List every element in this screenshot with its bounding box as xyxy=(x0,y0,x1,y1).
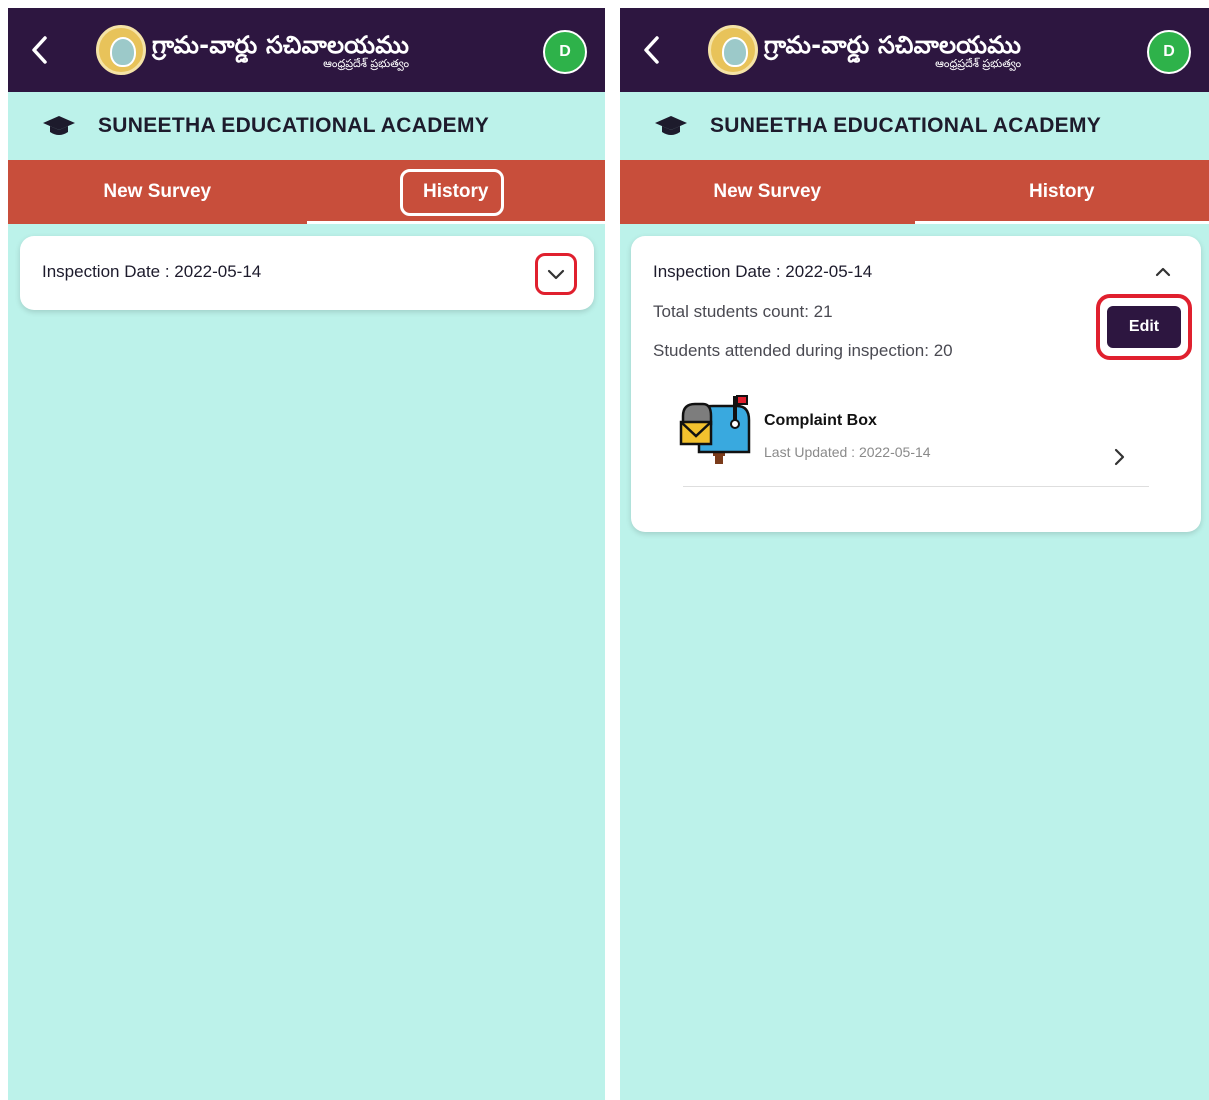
app-logo: గ్రామ-వార్డు సచివాలయము ఆంధ్రప్రదేశ్ ప్రభ… xyxy=(708,22,1021,78)
inspection-card[interactable]: Inspection Date : 2022-05-14 xyxy=(20,236,594,310)
edit-highlight xyxy=(1096,294,1192,360)
inspection-card-expanded: Inspection Date : 2022-05-14 Total stude… xyxy=(631,236,1201,532)
chevron-right-icon[interactable] xyxy=(1113,448,1125,471)
mailbox-icon xyxy=(679,394,751,471)
inspection-date: Inspection Date : 2022-05-14 xyxy=(653,262,873,281)
brand-title: గ్రామ-వార్డు సచివాలయము xyxy=(152,31,410,59)
state-emblem-icon xyxy=(96,25,146,75)
app-logo: గ్రామ-వార్డు సచివాలయము ఆంధ్రప్రదేశ్ ప్రభ… xyxy=(96,22,409,78)
school-name: SUNEETHA EDUCATIONAL ACADEMY xyxy=(98,114,490,137)
tab-bar: New Survey History xyxy=(620,160,1209,224)
tab-new-survey[interactable]: New Survey xyxy=(8,160,307,224)
brand-title: గ్రామ-వార్డు సచివాలయము xyxy=(764,31,1022,59)
item-divider xyxy=(683,486,1149,487)
screen-history-expanded: గ్రామ-వార్డు సచివాలయము ఆంధ్రప్రదేశ్ ప్రభ… xyxy=(620,8,1209,1100)
back-icon[interactable] xyxy=(632,30,672,70)
back-icon[interactable] xyxy=(20,30,60,70)
school-bar: SUNEETHA EDUCATIONAL ACADEMY xyxy=(8,92,605,160)
state-emblem-icon xyxy=(708,25,758,75)
graduation-cap-icon xyxy=(654,114,688,143)
school-bar: SUNEETHA EDUCATIONAL ACADEMY xyxy=(620,92,1209,160)
tab-new-survey[interactable]: New Survey xyxy=(620,160,915,224)
school-name: SUNEETHA EDUCATIONAL ACADEMY xyxy=(710,114,1102,137)
item-last-updated: Last Updated : 2022-05-14 xyxy=(764,444,931,460)
screen-history-collapsed: గ్రామ-వార్డు సచివాలయము ఆంధ్రప్రదేశ్ ప్రభ… xyxy=(8,8,605,1100)
avatar[interactable]: D xyxy=(543,30,587,74)
tab-history-highlight xyxy=(400,169,504,216)
avatar[interactable]: D xyxy=(1147,30,1191,74)
complaint-box-item[interactable]: Complaint Box Last Updated : 2022-05-14 xyxy=(671,386,1161,486)
graduation-cap-icon xyxy=(42,114,76,143)
tab-indicator xyxy=(915,221,1209,224)
total-students-count: Total students count: 21 xyxy=(653,302,833,321)
tab-bar: New Survey History xyxy=(8,160,605,224)
chevron-up-icon[interactable] xyxy=(1151,260,1175,284)
students-attended-count: Students attended during inspection: 20 xyxy=(653,341,953,360)
inspection-date: Inspection Date : 2022-05-14 xyxy=(42,262,262,281)
expand-highlight xyxy=(535,253,577,295)
app-header: గ్రామ-వార్డు సచివాలయము ఆంధ్రప్రదేశ్ ప్రభ… xyxy=(620,8,1209,92)
item-title: Complaint Box xyxy=(764,412,877,429)
tab-indicator xyxy=(307,221,605,224)
app-header: గ్రామ-వార్డు సచివాలయము ఆంధ్రప్రదేశ్ ప్రభ… xyxy=(8,8,605,92)
tab-history[interactable]: History xyxy=(915,160,1209,224)
